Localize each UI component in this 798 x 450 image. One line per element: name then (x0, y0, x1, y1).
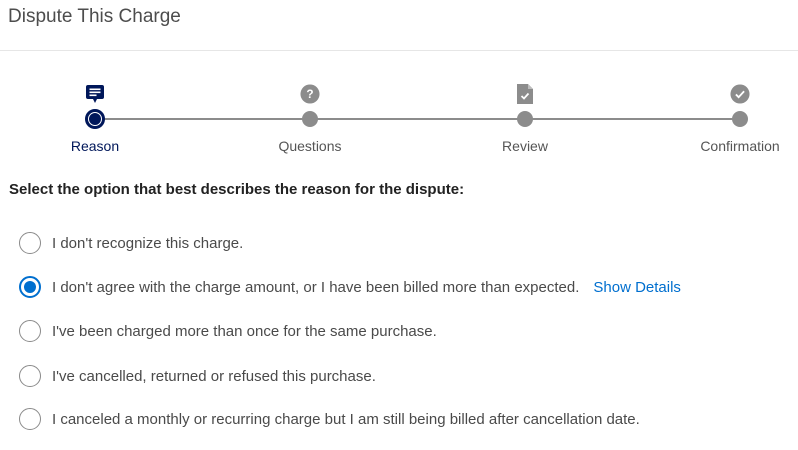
stepper-track (95, 118, 740, 120)
radio-unrecognized-charge[interactable] (19, 232, 41, 254)
step-questions-dot (302, 111, 318, 127)
step-questions: ? Questions (250, 60, 370, 160)
option-label: I've cancelled, returned or refused this… (52, 367, 376, 385)
option-label: I canceled a monthly or recurring charge… (52, 410, 640, 428)
progress-stepper: Reason ? Questions Review Confirmation (0, 60, 798, 160)
chat-icon (85, 84, 105, 104)
option-charged-twice[interactable]: I've been charged more than once for the… (19, 319, 789, 343)
option-disagree-amount[interactable]: I don't agree with the charge amount, or… (19, 275, 789, 299)
option-unrecognized-charge[interactable]: I don't recognize this charge. (19, 231, 789, 255)
step-reason: Reason (35, 60, 155, 160)
step-confirmation: Confirmation (680, 60, 798, 160)
step-review-label: Review (502, 138, 548, 154)
option-label: I don't agree with the charge amount, or… (52, 278, 580, 296)
radio-disagree-amount[interactable] (19, 276, 41, 298)
page-header: Dispute This Charge (0, 0, 798, 51)
radio-cancelled-returned[interactable] (19, 365, 41, 387)
option-label: I don't recognize this charge. (52, 234, 244, 252)
radio-charged-twice[interactable] (19, 320, 41, 342)
step-review: Review (465, 60, 585, 160)
show-details-link[interactable]: Show Details (593, 279, 681, 296)
checkmark-icon (730, 84, 750, 104)
option-cancelled-returned[interactable]: I've cancelled, returned or refused this… (19, 364, 789, 388)
step-reason-dot (85, 109, 105, 129)
document-check-icon (515, 84, 535, 104)
step-confirmation-dot (732, 111, 748, 127)
step-questions-label: Questions (278, 138, 342, 154)
svg-text:?: ? (306, 87, 313, 101)
page-title: Dispute This Charge (8, 6, 181, 27)
step-review-dot (517, 111, 533, 127)
radio-recurring-charge[interactable] (19, 408, 41, 430)
step-reason-label: Reason (70, 138, 120, 154)
question-icon: ? (300, 84, 320, 104)
step-confirmation-label: Confirmation (700, 138, 780, 154)
option-recurring-charge[interactable]: I canceled a monthly or recurring charge… (19, 407, 789, 431)
dispute-reason-prompt: Select the option that best describes th… (9, 181, 465, 198)
option-label: I've been charged more than once for the… (52, 322, 437, 340)
